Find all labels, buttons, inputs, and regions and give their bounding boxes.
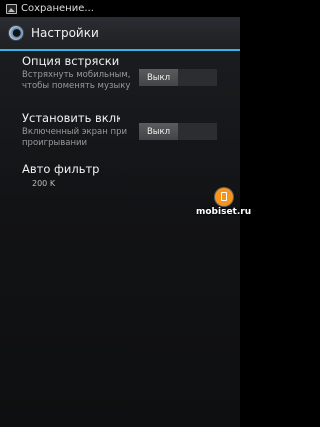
shake-toggle-label: Выкл xyxy=(139,69,178,86)
mobiset-logo-icon xyxy=(214,188,233,206)
app-icon[interactable] xyxy=(9,26,23,40)
shake-toggle[interactable]: Выкл xyxy=(139,69,217,86)
pref-screen-on-summary: Включенный экран при проигрывании xyxy=(22,127,127,148)
page-title: Настройки xyxy=(31,26,99,40)
watermark-text: mobiset.ru xyxy=(196,207,252,217)
preferences-list: Опция встряски Встряхнуть мобильным, что… xyxy=(0,51,240,427)
image-icon xyxy=(6,3,17,14)
screen-on-toggle[interactable]: Выкл xyxy=(139,123,217,140)
pref-auto-filter-title: Авто фильтр xyxy=(22,162,100,176)
watermark: mobiset.ru xyxy=(196,188,251,217)
screen-on-toggle-label: Выкл xyxy=(139,123,178,140)
action-bar: Настройки xyxy=(0,17,240,51)
status-bar: Сохранение... xyxy=(0,0,240,17)
status-notification-text: Сохранение... xyxy=(21,3,94,14)
pref-screen-on-title: Установить вклю xyxy=(22,111,120,125)
pref-shake-title: Опция встряски xyxy=(22,54,120,68)
pref-auto-filter[interactable]: Авто фильтр 200 K xyxy=(22,162,232,189)
pref-shake-summary: Встряхнуть мобильным, чтобы поменять муз… xyxy=(22,70,131,91)
pref-auto-filter-value: 200 K xyxy=(32,179,56,188)
